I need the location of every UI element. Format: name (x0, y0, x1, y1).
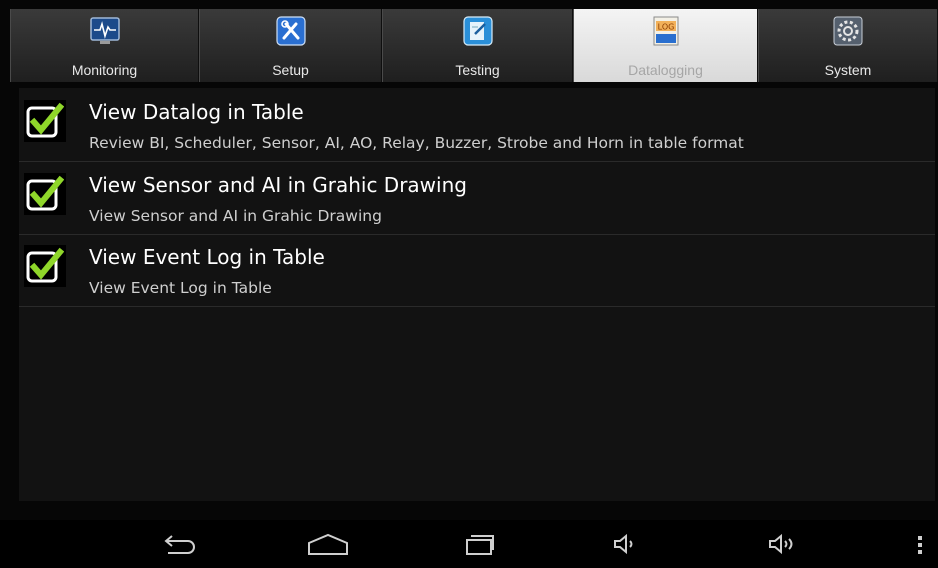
tab-system[interactable]: System (758, 9, 938, 82)
overflow-menu-button[interactable] (908, 520, 932, 568)
item-description: View Event Log in Table (89, 279, 272, 297)
item-title: View Sensor and AI in Grahic Drawing (89, 173, 467, 197)
list-item-view-sensor-ai[interactable]: View Sensor and AI in Grahic Drawing Vie… (19, 163, 935, 235)
item-title: View Datalog in Table (89, 100, 304, 124)
home-button[interactable] (298, 520, 358, 568)
tab-bar: Monitoring Setup Testing LOG Datalogging… (10, 9, 938, 82)
app-window: Monitoring Setup Testing LOG Datalogging… (0, 0, 938, 568)
tab-datalogging[interactable]: LOG Datalogging (573, 9, 758, 82)
tab-label: Monitoring (71, 62, 138, 78)
item-description: Review BI, Scheduler, Sensor, AI, AO, Re… (89, 134, 744, 152)
recent-apps-icon (466, 535, 494, 555)
checkbox-checked-icon (26, 102, 64, 138)
tab-label: Datalogging (628, 62, 703, 78)
system-navigation-bar (0, 520, 938, 568)
datalog-icon: LOG (651, 16, 681, 46)
volume-down-button[interactable] (605, 520, 645, 568)
volume-up-icon (769, 533, 793, 555)
tab-label: Setup (272, 62, 309, 78)
checkbox[interactable] (24, 173, 66, 215)
volume-up-button[interactable] (760, 520, 804, 568)
list-item-view-datalog[interactable]: View Datalog in Table Review BI, Schedul… (19, 90, 935, 162)
list-item-view-event-log[interactable]: View Event Log in Table View Event Log i… (19, 235, 935, 307)
svg-text:LOG: LOG (657, 23, 674, 32)
back-icon (164, 535, 195, 554)
monitoring-icon (89, 16, 120, 46)
checkbox-checked-icon (26, 175, 64, 211)
tab-label: System (824, 62, 872, 78)
setup-tools-icon (275, 16, 306, 46)
tab-testing[interactable]: Testing (382, 9, 573, 82)
recent-apps-button[interactable] (455, 520, 505, 568)
checkbox-checked-icon (26, 247, 64, 283)
checkbox[interactable] (24, 100, 66, 142)
checkbox[interactable] (24, 245, 66, 287)
tab-label: Testing (455, 62, 500, 78)
testing-clipboard-icon (462, 16, 493, 46)
item-description: View Sensor and AI in Grahic Drawing (89, 207, 382, 225)
overflow-menu-icon (918, 536, 922, 554)
item-title: View Event Log in Table (89, 245, 325, 269)
back-button[interactable] (150, 520, 210, 568)
system-gear-icon (833, 16, 863, 46)
home-icon (308, 533, 348, 555)
content-panel: View Datalog in Table Review BI, Schedul… (19, 88, 935, 501)
tab-setup[interactable]: Setup (199, 9, 382, 82)
volume-down-icon (614, 533, 633, 555)
tab-monitoring[interactable]: Monitoring (10, 9, 199, 82)
